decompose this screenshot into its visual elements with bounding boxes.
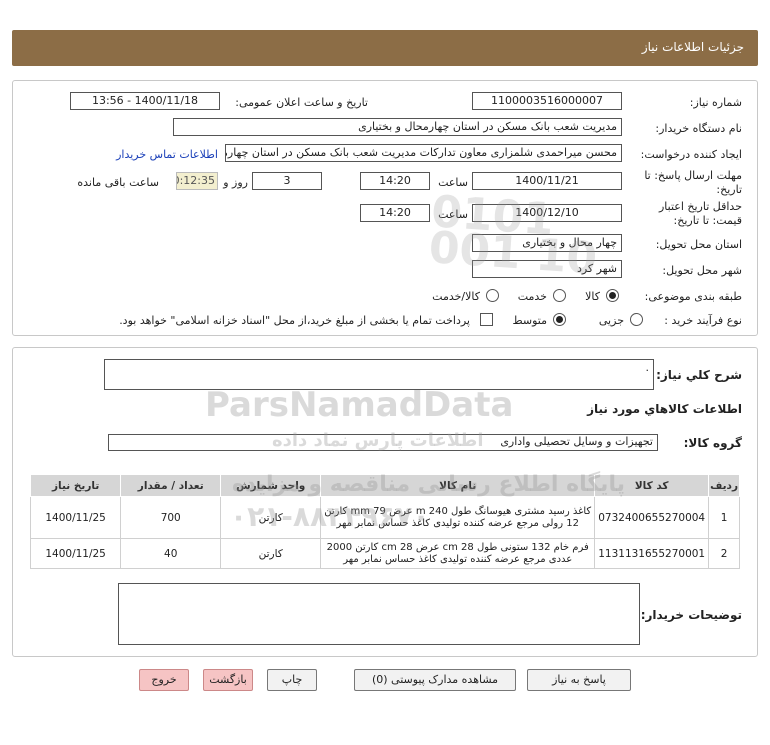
category-service-radio[interactable]: [553, 289, 566, 302]
creator-field[interactable]: محسن میراحمدی شلمزاری معاون تدارکات مدیر…: [225, 144, 622, 162]
back-button[interactable]: بازگشت: [203, 669, 253, 691]
announce-label: تاریخ و ساعت اعلان عمومی:: [235, 96, 368, 109]
payment-note: پرداخت تمام یا بخشی از مبلغ خرید،از محل …: [119, 314, 470, 327]
row-index: 2: [708, 538, 740, 569]
delivery-city-field[interactable]: شهر کرد: [472, 260, 622, 278]
days-label: روز و: [223, 176, 248, 189]
goods-qty: 700: [120, 496, 222, 539]
print-button[interactable]: چاپ: [267, 669, 317, 691]
goods-unit: کارتن: [220, 496, 322, 539]
category-service-label: خدمت: [517, 290, 547, 303]
col-qty-header: تعداد / مقدار: [120, 474, 222, 497]
process-minor-label: جزیی: [598, 314, 624, 327]
remaining-label: ساعت باقی مانده: [77, 176, 159, 189]
exit-button[interactable]: خروج: [139, 669, 189, 691]
goods-table-header: ردیف کد کالا نام کالا واحد شمارش تعداد /…: [29, 474, 740, 497]
category-goods-label: کالا: [585, 290, 600, 303]
goods-table: ردیف کد کالا نام کالا واحد شمارش تعداد /…: [29, 474, 740, 569]
col-unit-header: واحد شمارش: [220, 474, 322, 497]
page-header: جزئیات اطلاعات نیاز: [12, 30, 758, 66]
goods-info-title: اطلاعات کالاهاي مورد نياز: [587, 402, 742, 416]
goods-group-field[interactable]: تجهیزات و وسایل تحصیلی واداری: [108, 434, 658, 451]
buyer-notes-label: توضیحات خریدار:: [640, 608, 742, 622]
view-attachments-button[interactable]: مشاهده مدارک پیوستی (0): [354, 669, 516, 691]
category-goods-service-label: کالا/خدمت: [432, 290, 480, 303]
category-goods-radio[interactable]: [606, 289, 619, 302]
col-row-header: ردیف: [708, 474, 740, 497]
need-date: 1400/11/25: [29, 496, 122, 539]
need-date: 1400/11/25: [29, 538, 122, 569]
need-number-label: شماره نیاز:: [689, 96, 742, 109]
category-label: طبقه بندی موضوعی:: [644, 290, 742, 303]
buyer-notes-field[interactable]: [118, 583, 640, 645]
col-date-header: تاریخ نیاز: [29, 474, 122, 497]
validity-label-line-2: قیمت: تا تاریخ:: [673, 214, 742, 227]
validity-time-field[interactable]: 14:20: [360, 204, 430, 222]
creator-label: ایجاد کننده درخواست:: [640, 148, 742, 161]
buyer-org-field[interactable]: مدیریت شعب بانک مسکن در استان چهارمحال و…: [173, 118, 622, 136]
validity-time-label: ساعت: [438, 208, 468, 221]
deadline-date-field[interactable]: 1400/11/21: [472, 172, 622, 190]
process-label: نوع فرآیند خرید :: [664, 314, 742, 327]
goods-unit: کارتن: [220, 538, 322, 569]
buyer-org-label: نام دستگاه خریدار:: [655, 122, 742, 135]
need-description-field[interactable]: .: [104, 359, 654, 390]
goods-code: 0732400655270004: [594, 496, 710, 539]
days-field[interactable]: 3: [252, 172, 322, 190]
need-description-label: شرح کلي نياز:: [656, 368, 742, 382]
need-number-field[interactable]: 1100003516000007: [472, 92, 622, 110]
process-medium-label: متوسط: [512, 314, 547, 327]
table-row[interactable]: 1 0732400655270004 کاغذ رسید مشتری هیوسا…: [29, 496, 740, 539]
delivery-city-label: شهر محل تحویل:: [662, 264, 742, 277]
reply-button[interactable]: پاسخ به نیاز: [527, 669, 631, 691]
goods-name: کاغذ رسید مشتری هیوسانگ طول 240 m عرض 79…: [320, 496, 596, 539]
deadline-time-field[interactable]: 14:20: [360, 172, 430, 190]
process-minor-radio[interactable]: [630, 313, 643, 326]
treasury-payment-checkbox[interactable]: [480, 313, 493, 326]
col-code-header: کد کالا: [594, 474, 710, 497]
goods-group-label: گروه کالا:: [683, 436, 742, 450]
row-index: 1: [708, 496, 740, 539]
contact-info-link[interactable]: اطلاعات تماس خریدار: [116, 148, 218, 161]
deadline-label: مهلت ارسال پاسخ: تا تاریخ:: [644, 169, 742, 196]
remaining-time-field: 00:12:35: [176, 172, 218, 190]
deadline-time-label: ساعت: [438, 176, 468, 189]
announce-field[interactable]: 1400/11/18 - 13:56: [70, 92, 220, 110]
page-title: جزئیات اطلاعات نیاز: [641, 40, 744, 54]
goods-code: 1131131655270001: [594, 538, 710, 569]
delivery-province-label: استان محل تحویل:: [655, 238, 742, 251]
goods-name: فرم خام 132 ستونی طول 28 cm عرض 28 cm کا…: [320, 538, 596, 569]
table-row[interactable]: 2 1131131655270001 فرم خام 132 ستونی طول…: [29, 538, 740, 569]
validity-label: حداقل تاریخ اعتبار قیمت: تا تاریخ:: [659, 200, 742, 228]
process-medium-radio[interactable]: [553, 313, 566, 326]
col-name-header: نام کالا: [320, 474, 596, 497]
category-goods-service-radio[interactable]: [486, 289, 499, 302]
goods-qty: 40: [120, 538, 222, 569]
validity-label-line-1: حداقل تاریخ اعتبار: [658, 200, 742, 213]
validity-date-field[interactable]: 1400/12/10: [472, 204, 622, 222]
delivery-province-field[interactable]: چهار محال و بختیاری: [472, 234, 622, 252]
